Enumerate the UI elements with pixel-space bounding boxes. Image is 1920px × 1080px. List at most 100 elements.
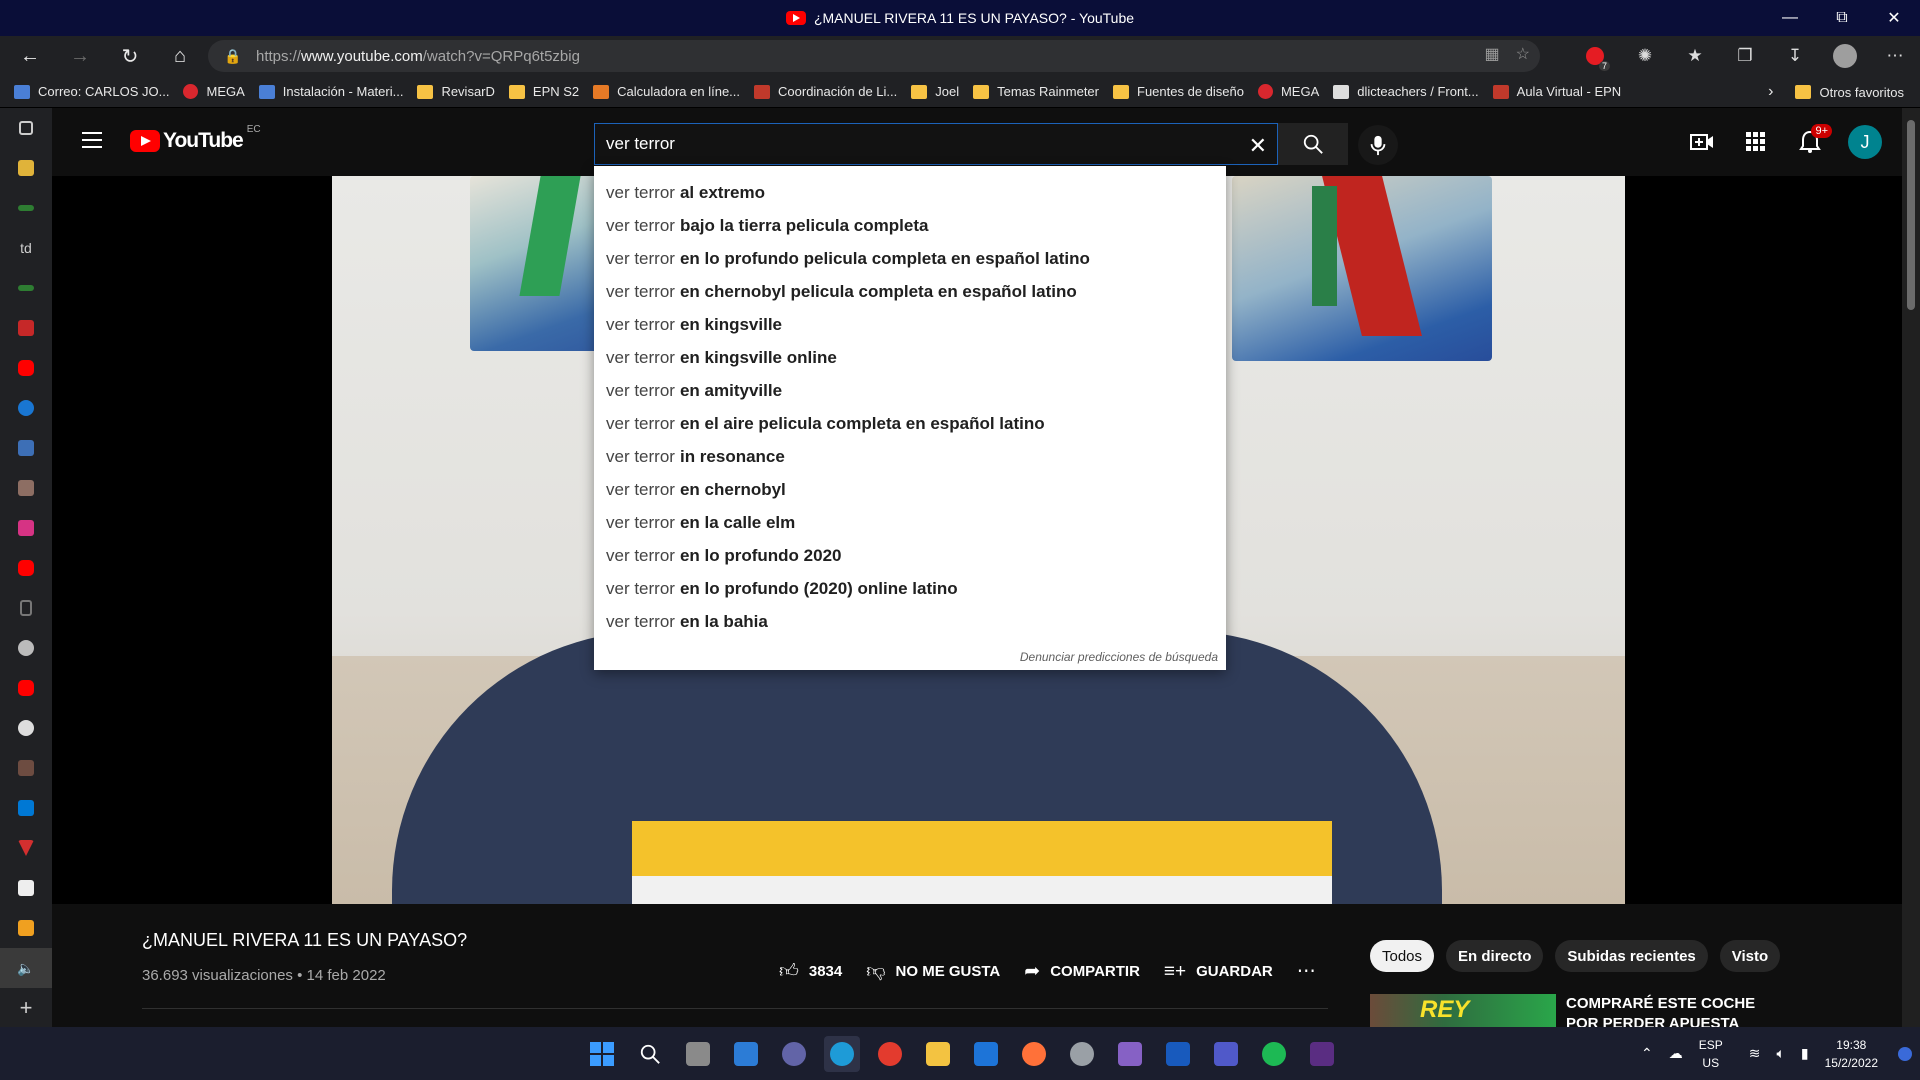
bookmark-item[interactable]: Joel — [911, 84, 959, 99]
word-icon[interactable] — [1160, 1036, 1196, 1072]
more-actions-button[interactable]: ⋯ — [1297, 960, 1326, 983]
outlook-icon[interactable] — [0, 788, 52, 828]
suggestion-item[interactable]: ver terror en chernobyl pelicula completa… — [594, 275, 1226, 308]
voice-search-button[interactable] — [1358, 125, 1398, 165]
tab-actions-icon[interactable] — [0, 108, 52, 148]
bookmark-item[interactable]: Correo: CARLOS JO... — [14, 84, 169, 99]
bookmark-item[interactable]: Coordinación de Li... — [754, 84, 897, 99]
minimize-button[interactable]: — — [1764, 0, 1816, 36]
firefox-icon[interactable] — [1016, 1036, 1052, 1072]
volume-icon[interactable]: 🔈︎ — [1776, 1045, 1784, 1062]
start-icon[interactable] — [584, 1036, 620, 1072]
suggestion-item[interactable]: ver terror en la calle elm — [594, 506, 1226, 539]
bookmark-item[interactable]: Calculadora en líne... — [593, 84, 740, 99]
forward-button[interactable]: → — [60, 36, 100, 76]
sidebar-app-icon[interactable] — [0, 188, 52, 228]
address-bar[interactable]: 🔒 https://www.youtube.com/watch?v=QRPq6t… — [208, 40, 1540, 72]
youtube-icon[interactable] — [0, 668, 52, 708]
back-button[interactable]: ← — [10, 36, 50, 76]
youtube-icon[interactable] — [0, 548, 52, 588]
suggestion-item[interactable]: ver terror en amityville — [594, 374, 1226, 407]
bookmark-item[interactable]: MEGA — [1257, 84, 1319, 99]
bookmark-item[interactable]: dlicteachers / Front... — [1333, 84, 1479, 99]
mail-icon[interactable] — [968, 1036, 1004, 1072]
suggestion-item[interactable]: ver terror bajo la tierra pelicula comple… — [594, 209, 1226, 242]
apps-grid-icon[interactable] — [1740, 122, 1772, 162]
search-input[interactable] — [595, 134, 1195, 154]
favorites-icon[interactable]: ★ — [1670, 46, 1720, 66]
profile-icon[interactable] — [1820, 44, 1870, 68]
sidebar-app-icon[interactable] — [0, 828, 52, 868]
widgets-icon[interactable] — [728, 1036, 764, 1072]
sidebar-app-icon[interactable] — [0, 388, 52, 428]
add-favorite-icon[interactable]: ☆ — [1516, 44, 1530, 64]
like-button[interactable]: 👍︎ 3834 — [779, 960, 842, 983]
file-explorer-icon[interactable] — [920, 1036, 956, 1072]
report-predictions-link[interactable]: Denunciar predicciones de búsqueda — [1020, 650, 1218, 664]
create-video-icon[interactable] — [1686, 122, 1718, 162]
suggestion-item[interactable]: ver terror en kingsville — [594, 308, 1226, 341]
chrome-icon[interactable] — [872, 1036, 908, 1072]
extensions-icon[interactable]: ✺ — [1620, 46, 1670, 66]
home-button[interactable]: ⌂ — [160, 36, 200, 76]
suggestion-item[interactable]: ver terror en kingsville online — [594, 341, 1226, 374]
terminal-icon[interactable] — [1304, 1036, 1340, 1072]
suggestion-item[interactable]: ver terror en el aire pelicula completa e… — [594, 407, 1226, 440]
settings-menu-icon[interactable]: ⋯ — [1870, 46, 1920, 66]
extension-red-icon[interactable]: 7 — [1570, 47, 1620, 71]
suggestion-item[interactable]: ver terror en lo profundo 2020 — [594, 539, 1226, 572]
collections-icon[interactable]: ❐ — [1720, 46, 1770, 66]
search-box[interactable]: ✕ — [594, 123, 1278, 165]
suggestion-item[interactable]: ver terror al extremo — [594, 176, 1226, 209]
visual-studio-icon[interactable] — [1112, 1036, 1148, 1072]
clock[interactable]: 19:38 15/2/2022 — [1825, 1036, 1878, 1072]
sidebar-app-icon[interactable] — [0, 908, 52, 948]
youtube-logo[interactable]: YouTube EC — [130, 124, 261, 153]
document-icon[interactable] — [0, 588, 52, 628]
wordpress-icon[interactable] — [0, 708, 52, 748]
sidebar-app-icon[interactable] — [0, 468, 52, 508]
speaker-icon[interactable]: 🔈 — [0, 948, 52, 988]
sidebar-app-icon[interactable] — [0, 268, 52, 308]
onedrive-icon[interactable]: ☁ — [1669, 1045, 1683, 1062]
bookmark-item[interactable]: Instalación - Materi... — [258, 84, 403, 99]
youtube-icon[interactable] — [0, 348, 52, 388]
search-taskbar-icon[interactable] — [632, 1036, 668, 1072]
bookmark-item[interactable]: Aula Virtual - EPN — [1492, 84, 1621, 99]
sidebar-app-icon[interactable] — [0, 868, 52, 908]
battery-icon[interactable]: ▮ — [1801, 1045, 1809, 1062]
hamburger-menu-icon[interactable] — [82, 132, 102, 153]
teams-chat-icon[interactable] — [776, 1036, 812, 1072]
bookmark-item[interactable]: MEGA — [183, 84, 245, 99]
sidebar-app-icon[interactable] — [0, 428, 52, 468]
suggestion-item[interactable]: ver terror en lo profundo (2020) online l… — [594, 572, 1226, 605]
teams-icon[interactable] — [1208, 1036, 1244, 1072]
notifications-bell-icon[interactable]: 9+ — [1794, 122, 1832, 162]
dislike-button[interactable]: 👎︎ NO ME GUSTA — [866, 960, 1000, 983]
add-sidebar-app-icon[interactable]: + — [0, 988, 52, 1028]
save-button[interactable]: ≡+ GUARDAR — [1164, 961, 1273, 983]
page-scrollbar[interactable] — [1902, 108, 1920, 1027]
account-avatar[interactable]: J — [1848, 125, 1882, 159]
sidebar-app-icon[interactable] — [0, 748, 52, 788]
notification-center-icon[interactable] — [1898, 1046, 1912, 1061]
search-button[interactable] — [1278, 123, 1348, 165]
bookmark-item[interactable]: EPN S2 — [508, 84, 579, 99]
downloads-icon[interactable]: ↧ — [1770, 46, 1820, 66]
edge-icon[interactable] — [824, 1036, 860, 1072]
bookmark-item[interactable]: Fuentes de diseño — [1113, 84, 1244, 99]
language-indicator[interactable]: ESP US — [1699, 1036, 1723, 1072]
bookmark-item[interactable]: Temas Rainmeter — [973, 84, 1099, 99]
share-button[interactable]: ➦ COMPARTIR — [1024, 960, 1140, 983]
suggestion-item[interactable]: ver terror en chernobyl — [594, 473, 1226, 506]
github-icon[interactable] — [0, 628, 52, 668]
clear-search-icon[interactable]: ✕ — [1249, 133, 1267, 159]
wifi-icon[interactable]: ≋ — [1749, 1045, 1761, 1062]
spotify-icon[interactable] — [1256, 1036, 1292, 1072]
bookmark-item[interactable]: RevisarD — [417, 84, 495, 99]
settings-icon[interactable] — [1064, 1036, 1100, 1072]
chip-subidas-recientes[interactable]: Subidas recientes — [1555, 940, 1708, 972]
scrollbar-thumb[interactable] — [1907, 120, 1915, 310]
suggestion-item[interactable]: ver terror en lo profundo pelicula comple… — [594, 242, 1226, 275]
close-window-button[interactable]: ✕ — [1868, 0, 1920, 36]
